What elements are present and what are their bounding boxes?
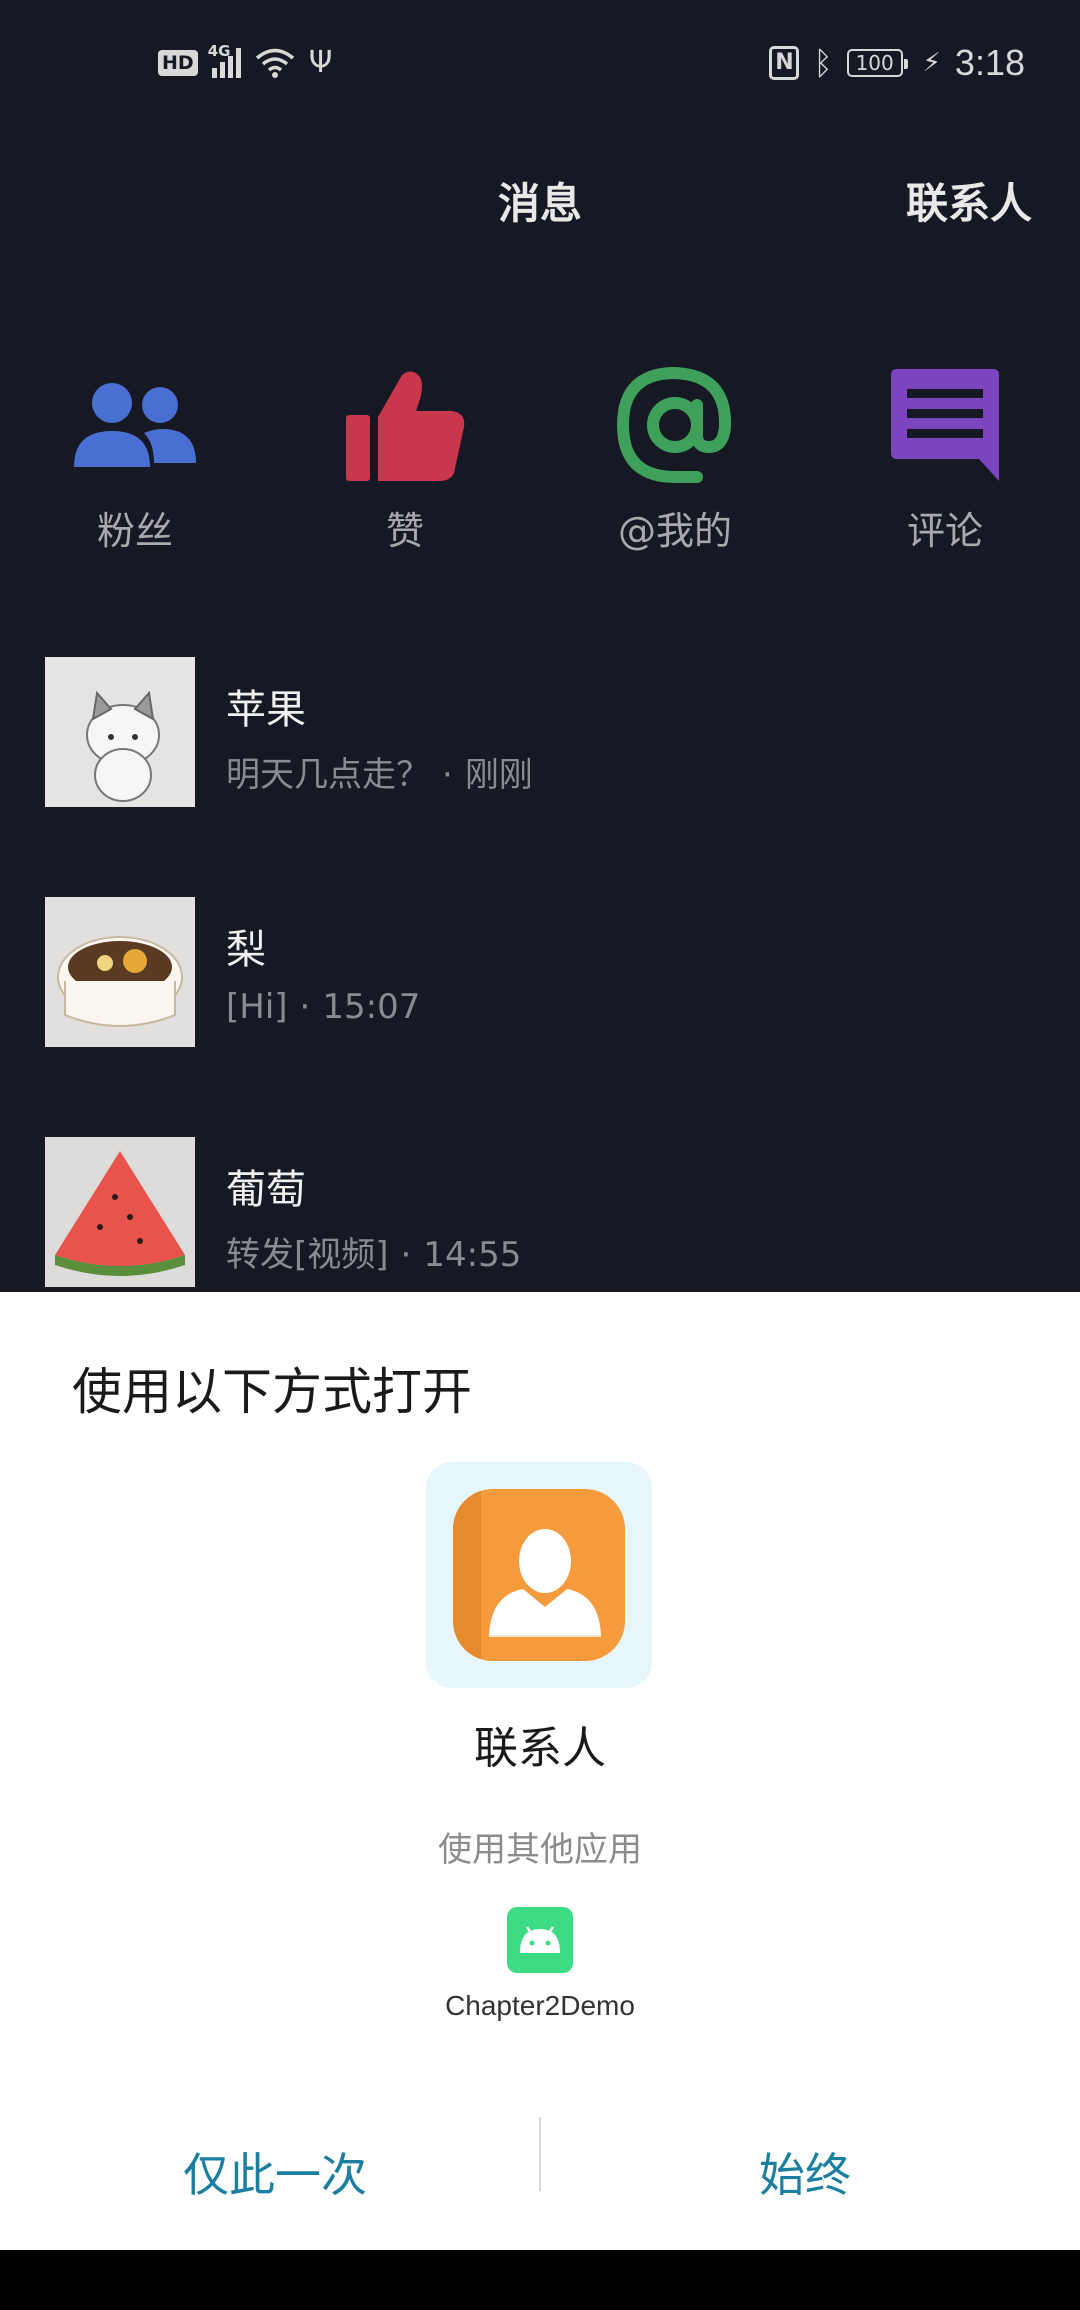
message-preview: [Hi] [226, 987, 288, 1027]
app-option-contacts[interactable] [426, 1462, 652, 1688]
message-time: 14:55 [423, 1235, 522, 1275]
fans-icon [70, 360, 200, 490]
separator-dot: · [442, 755, 453, 795]
quick-action-fans[interactable]: 粉丝 [35, 360, 235, 555]
quick-actions: 粉丝 赞 @我的 评论 [0, 360, 1080, 560]
list-item[interactable]: 葡萄 转发[视频] · 14:55 [45, 1137, 1045, 1289]
comment-icon [880, 360, 1010, 490]
message-sender: 苹果 [226, 687, 306, 733]
message-sender: 葡萄 [226, 1167, 306, 1213]
status-right: N ᛒ 100 ⚡ 3:18 [769, 42, 1025, 84]
message-preview-line: 转发[视频] · 14:55 [226, 1227, 521, 1276]
quick-action-likes[interactable]: 赞 [305, 360, 505, 555]
other-app-name[interactable]: Chapter2Demo [0, 1990, 1080, 2022]
status-left: HD 4G Ψ [158, 42, 333, 80]
just-once-button[interactable]: 仅此一次 [5, 2122, 545, 2222]
bluetooth-icon: ᛒ [813, 43, 833, 82]
quick-action-comments[interactable]: 评论 [845, 360, 1045, 555]
message-preview: 明天几点走？ [226, 755, 430, 795]
quick-action-label: 赞 [385, 509, 424, 553]
clock: 3:18 [954, 41, 1025, 83]
battery-icon: 100 [846, 48, 908, 77]
selected-app-name: 联系人 [474, 1723, 606, 1774]
separator-dot: · [400, 1235, 412, 1275]
avatar [45, 657, 195, 807]
avatar [45, 1137, 195, 1287]
list-item[interactable]: 苹果 明天几点走？ · 刚刚 [45, 657, 1045, 809]
usb-icon: Ψ [308, 45, 333, 80]
quick-action-label: 评论 [906, 509, 983, 553]
message-preview-line: 明天几点走？ · 刚刚 [226, 747, 533, 796]
wifi-icon [255, 48, 294, 78]
quick-action-mentions[interactable]: @我的 [575, 360, 775, 555]
at-icon [610, 360, 740, 490]
separator-dot: · [299, 987, 311, 1027]
android-app-icon[interactable] [507, 1907, 573, 1973]
message-time: 刚刚 [464, 755, 533, 795]
header: 消息 联系人 [0, 150, 1080, 240]
network-type: 4G [207, 41, 231, 60]
always-button[interactable]: 始终 [535, 2122, 1075, 2222]
navigation-bar [0, 2250, 1080, 2310]
open-with-sheet: 使用以下方式打开 联系人 使用其他应用 Chapter2Demo 仅此一次 始终 [0, 1292, 1080, 2250]
charging-icon: ⚡ [922, 47, 941, 78]
thumbs-up-icon [340, 360, 470, 490]
hd-badge: HD [158, 49, 198, 76]
status-bar: HD 4G Ψ N ᛒ 100 ⚡ 3:18 [0, 0, 1080, 125]
message-sender: 梨 [226, 927, 266, 973]
quick-action-label: 粉丝 [96, 509, 173, 553]
list-item[interactable]: 梨 [Hi] · 15:07 [45, 897, 1045, 1049]
contacts-app-icon [453, 1489, 625, 1661]
avatar [45, 897, 195, 1047]
other-apps-label: 使用其他应用 [438, 1830, 642, 1870]
message-preview: 转发[视频] [226, 1235, 389, 1275]
message-time: 15:07 [322, 987, 421, 1027]
message-preview-line: [Hi] · 15:07 [226, 987, 420, 1027]
contacts-link[interactable]: 联系人 [906, 170, 1032, 231]
sheet-title: 使用以下方式打开 [72, 1363, 472, 1421]
nfc-icon: N [769, 45, 800, 80]
signal-icon: 4G [208, 42, 241, 78]
quick-action-label: @我的 [617, 509, 732, 553]
